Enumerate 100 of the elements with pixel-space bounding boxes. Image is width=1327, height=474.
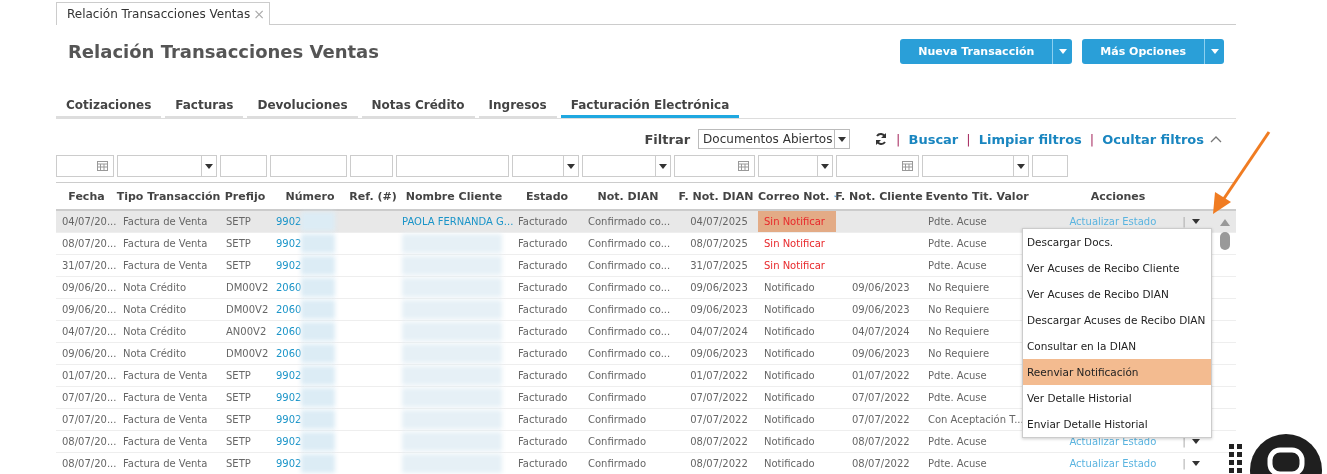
table-cell-text: Facturado	[517, 325, 569, 339]
table-cell-text: 09/06/2023	[851, 347, 911, 361]
number-link[interactable]: 2060	[276, 348, 302, 359]
table-cell-text: Confirmado	[587, 435, 647, 449]
filter-link[interactable]: Ocultar filtros	[1102, 131, 1204, 147]
column-header[interactable]: Acciones	[1090, 189, 1146, 203]
table-cell-text: Factura de Venta	[122, 457, 209, 471]
chat-button[interactable]	[1248, 432, 1324, 474]
filter-link[interactable]: Buscar	[908, 131, 959, 147]
table-cell-text: Confirmado	[587, 457, 647, 471]
select-field[interactable]	[582, 155, 671, 177]
input-field[interactable]	[350, 155, 393, 177]
table-cell-text: 04/07/20...	[61, 215, 117, 229]
column-header[interactable]: Ref. (#)	[349, 189, 397, 203]
column-header[interactable]: Nombre Cliente	[405, 189, 503, 203]
number-link[interactable]: 2060	[276, 282, 302, 293]
table-cell-text: 01/07/2022	[851, 369, 911, 383]
column-header[interactable]: Número	[285, 189, 335, 203]
redaction-blur	[301, 366, 336, 385]
number-link[interactable]: 2060	[276, 326, 302, 337]
document-tab[interactable]: Relación Transacciones Ventas ×	[56, 2, 270, 25]
table-cell-text: AN00V2	[225, 325, 268, 339]
tab[interactable]: Facturas	[165, 95, 244, 118]
table-cell-text: Factura de Venta	[122, 259, 209, 273]
number-link[interactable]: 9902	[276, 458, 302, 469]
table-cell-text: No Requiere	[927, 325, 991, 339]
column-header[interactable]: Not. DIAN	[597, 189, 659, 203]
column-header[interactable]: Evento Tit. Valor	[925, 189, 1029, 203]
date-field[interactable]	[836, 155, 919, 177]
refresh-icon[interactable]	[874, 132, 889, 146]
redaction-blur	[301, 344, 336, 363]
table-cell-text: 07/07/20...	[61, 391, 117, 405]
menu-item[interactable]: Reenviar Notificación	[1023, 359, 1211, 385]
table-cell-text: SETP	[225, 413, 252, 427]
redaction-blur	[301, 388, 336, 407]
table-cell-text: Confirmado co...	[587, 281, 672, 295]
tab[interactable]: Facturación Electrónica	[560, 95, 740, 118]
number-link[interactable]: 9902	[276, 414, 302, 425]
menu-item[interactable]: Descargar Docs.	[1023, 229, 1211, 255]
number-link[interactable]: 9902	[276, 436, 302, 447]
column-header[interactable]: Tipo Transacción	[116, 189, 221, 203]
status-text: Sin Notificar	[764, 216, 825, 227]
caret-icon	[659, 163, 667, 169]
table-cell-text: Pdte. Acuse	[927, 215, 988, 229]
table-cell-text: DM00V2	[225, 347, 270, 361]
column-header[interactable]: Correo Not.	[758, 189, 830, 203]
number-link[interactable]: 2060	[276, 304, 302, 315]
table-cell-text: 09/06/2023	[689, 281, 749, 295]
tab[interactable]: Ingresos	[478, 95, 557, 118]
apps-grid-icon[interactable]	[1229, 444, 1243, 474]
menu-item[interactable]: Enviar Detalle Historial	[1023, 411, 1211, 437]
column-header[interactable]: Prefijo	[224, 189, 266, 203]
table-cell-text: Pdte. Acuse	[927, 435, 988, 449]
table-cell-text: Facturado	[517, 369, 569, 383]
chevron-up-icon[interactable]	[1210, 135, 1222, 143]
table-cell-text: 07/07/2022	[851, 391, 911, 405]
tab[interactable]: Devoluciones	[247, 95, 358, 118]
date-field[interactable]	[674, 155, 755, 177]
menu-item[interactable]: Consultar en la DIAN	[1023, 333, 1211, 359]
select-field[interactable]	[117, 155, 217, 177]
table-cell-text: SETP	[225, 369, 252, 383]
filter-select[interactable]: Documentos Abiertos	[698, 129, 851, 149]
column-header[interactable]: F. Not. DIAN	[678, 189, 754, 203]
redaction-blur	[301, 410, 336, 429]
date-field[interactable]	[56, 155, 114, 177]
menu-item[interactable]: Ver Acuses de Recibo Cliente	[1023, 255, 1211, 281]
select-field[interactable]	[512, 155, 579, 177]
table-cell-text: Nota Crédito	[122, 281, 188, 295]
tab[interactable]: Cotizaciones	[56, 95, 162, 118]
input-field[interactable]	[396, 155, 509, 177]
number-link[interactable]: 9902	[276, 238, 302, 249]
table-cell-text: No Requiere	[927, 303, 991, 317]
table-cell-text: Confirmado co...	[587, 259, 672, 273]
redaction-blur	[301, 212, 336, 231]
menu-item[interactable]: Ver Detalle Historial	[1023, 385, 1211, 411]
redaction-blur	[301, 278, 336, 297]
number-link[interactable]: 9902	[276, 260, 302, 271]
column-header[interactable]: Fecha	[68, 189, 105, 203]
table-cell-text: Facturado	[517, 413, 569, 427]
tab[interactable]: Notas Crédito	[361, 95, 475, 118]
menu-item[interactable]: Ver Acuses de Recibo DIAN	[1023, 281, 1211, 307]
table-cell-text: 07/07/2022	[689, 391, 749, 405]
caret-icon	[1192, 219, 1200, 224]
filter-link[interactable]: Limpiar filtros	[978, 131, 1082, 147]
column-header[interactable]: Estado	[525, 189, 569, 203]
column-header[interactable]: F. Not. Cliente	[835, 189, 923, 203]
menu-item[interactable]: Descargar Acuses de Recibo DIAN	[1023, 307, 1211, 333]
number-link[interactable]: 9902	[276, 392, 302, 403]
document-tab-label[interactable]: Relación Transacciones Ventas	[67, 7, 251, 21]
select-field[interactable]	[758, 155, 833, 177]
table-cell-text: SETP	[225, 259, 252, 273]
status-text: Notificado	[764, 436, 815, 447]
redaction-blur	[301, 300, 336, 319]
input-field[interactable]	[1032, 155, 1068, 177]
calendar-icon	[902, 161, 913, 171]
select-field[interactable]	[922, 155, 1029, 177]
input-field[interactable]	[270, 155, 347, 177]
input-field[interactable]	[220, 155, 267, 177]
number-link[interactable]: 9902	[276, 370, 302, 381]
table-cell-text: Facturado	[517, 215, 569, 229]
